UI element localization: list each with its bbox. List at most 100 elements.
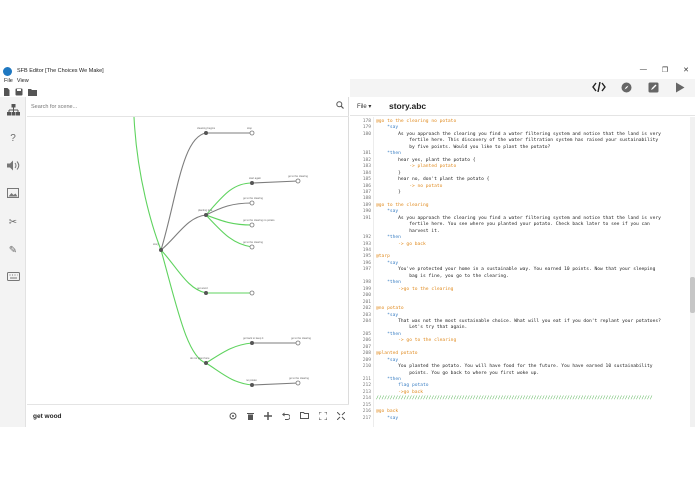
code-text: points. You go back to where you first w… [376, 370, 540, 376]
sound-icon[interactable] [6, 160, 20, 174]
pencil-icon[interactable]: ✎ [6, 244, 20, 258]
code-text: As you approach the clearing you find a … [376, 215, 661, 221]
code-editor-panel: File ▾ story.abc 178 @go to the clearing … [350, 97, 695, 427]
code-text: bag is fine, you go to the clearing. [376, 273, 509, 279]
menu-file[interactable]: File [4, 78, 13, 87]
tree-node [250, 341, 254, 345]
menu-view[interactable]: View [17, 78, 29, 87]
code-text: *then [376, 280, 401, 286]
line-number: 191 [362, 215, 371, 221]
current-scene-name: get wood [33, 413, 62, 420]
code-text: *then [376, 331, 401, 337]
save-icon[interactable] [15, 88, 23, 96]
line-number: 213 [362, 389, 371, 395]
line-number: 206 [362, 338, 371, 344]
line-number: 207 [362, 344, 371, 350]
line-number: 203 [362, 312, 371, 318]
tree-label: get wood [197, 286, 208, 290]
tree-node [250, 181, 254, 185]
image-icon[interactable] [6, 188, 20, 202]
add-icon[interactable] [264, 412, 272, 422]
search-icon[interactable] [336, 101, 344, 111]
line-number: 211 [362, 377, 371, 382]
tree-label: no potato [246, 378, 257, 382]
scene-bottom-bar: get wood [27, 404, 349, 427]
code-text: You planted the potato. You will have fo… [376, 364, 653, 370]
line-number: 196 [362, 260, 371, 266]
folder-icon[interactable] [300, 412, 309, 422]
tree-label: stop [247, 126, 252, 130]
code-text: hear no, don't plant the potato { [376, 177, 490, 183]
line-number: 209 [362, 357, 371, 363]
tree-node [159, 248, 163, 252]
code-icon[interactable] [592, 81, 606, 94]
scene-panel: cleaning begins stop story go to the cle… [27, 97, 349, 427]
code-text: by five points. Would you like to plant … [376, 144, 551, 150]
line-number: 210 [362, 364, 371, 370]
scene-tree[interactable]: cleaning begins stop story go to the cle… [27, 117, 349, 404]
editor-header: File ▾ story.abc [350, 97, 695, 116]
file-name: story.abc [389, 101, 427, 111]
tree-edge [133, 117, 162, 251]
scrollbar-thumb[interactable] [690, 277, 695, 313]
new-file-icon[interactable] [3, 88, 10, 96]
code-text: -> planted potato [376, 164, 457, 170]
tree-label: go to the clearing [243, 196, 263, 200]
compass-icon[interactable] [619, 82, 633, 94]
line-number: 192 [362, 235, 371, 241]
tree-node [295, 178, 301, 184]
code-text: } [376, 170, 401, 176]
code-text: *say [376, 260, 399, 266]
edit-icon[interactable] [646, 82, 660, 94]
help-icon[interactable]: ? [6, 132, 20, 146]
line-number: 217 [362, 415, 371, 421]
play-icon[interactable] [673, 82, 687, 94]
tree-edge [205, 202, 253, 216]
close-icon[interactable]: ✕ [683, 66, 689, 74]
tree-node [204, 213, 208, 217]
tree-label: go to the clearing [288, 174, 308, 178]
line-number: 194 [362, 248, 371, 253]
target-icon[interactable] [229, 412, 237, 422]
line-number: 183 [362, 164, 371, 170]
editor-scrollbar[interactable] [690, 117, 695, 427]
code-text: *say [376, 357, 399, 363]
tree-label: cleaning begins [197, 126, 216, 130]
code-text: flag potato [376, 383, 429, 389]
line-number: 197 [362, 267, 371, 273]
code-area[interactable]: 178 @go to the clearing no potato 179 *say… [350, 117, 688, 427]
scene-search-input[interactable] [31, 101, 331, 113]
undo-icon[interactable] [282, 412, 291, 422]
keyboard-icon[interactable] [6, 272, 20, 286]
maximize-icon[interactable]: ❐ [662, 66, 668, 74]
app-logo-icon [3, 66, 12, 76]
tree-edge [251, 180, 299, 184]
title-bar: SFB Editor [The Choices We Make] — ❐ ✕ [0, 64, 695, 78]
code-text: @go to the clearing [376, 202, 429, 208]
expand-icon[interactable] [318, 411, 328, 422]
line-number: 215 [362, 402, 371, 408]
line-number: 208 [362, 351, 371, 357]
tree-icon[interactable] [6, 104, 20, 118]
code-text: @go to the clearing no potato [376, 119, 457, 124]
code-text: *then [376, 151, 401, 157]
code-text: -> go back [376, 241, 426, 247]
line-number: 202 [362, 306, 371, 312]
trash-icon[interactable] [247, 412, 254, 422]
minimize-icon[interactable]: — [640, 66, 647, 74]
line-number: 195 [362, 254, 371, 260]
line-number: 184 [362, 170, 371, 176]
tree-node [249, 130, 255, 136]
fullscreen-icon[interactable] [336, 411, 346, 422]
tree-label: story [153, 242, 159, 246]
line-number: 205 [362, 331, 371, 337]
scene-tree-graph[interactable]: cleaning begins stop story go to the cle… [27, 117, 349, 404]
code-text: ->go to the clearing [376, 286, 454, 292]
code-text: @no potato [376, 306, 404, 312]
scissors-icon[interactable]: ✂ [6, 216, 20, 230]
file-dropdown[interactable]: File ▾ [357, 103, 371, 110]
tree-edge [205, 342, 253, 364]
tree-edge [160, 214, 207, 251]
open-folder-icon[interactable] [28, 88, 37, 96]
tree-node [295, 380, 301, 386]
